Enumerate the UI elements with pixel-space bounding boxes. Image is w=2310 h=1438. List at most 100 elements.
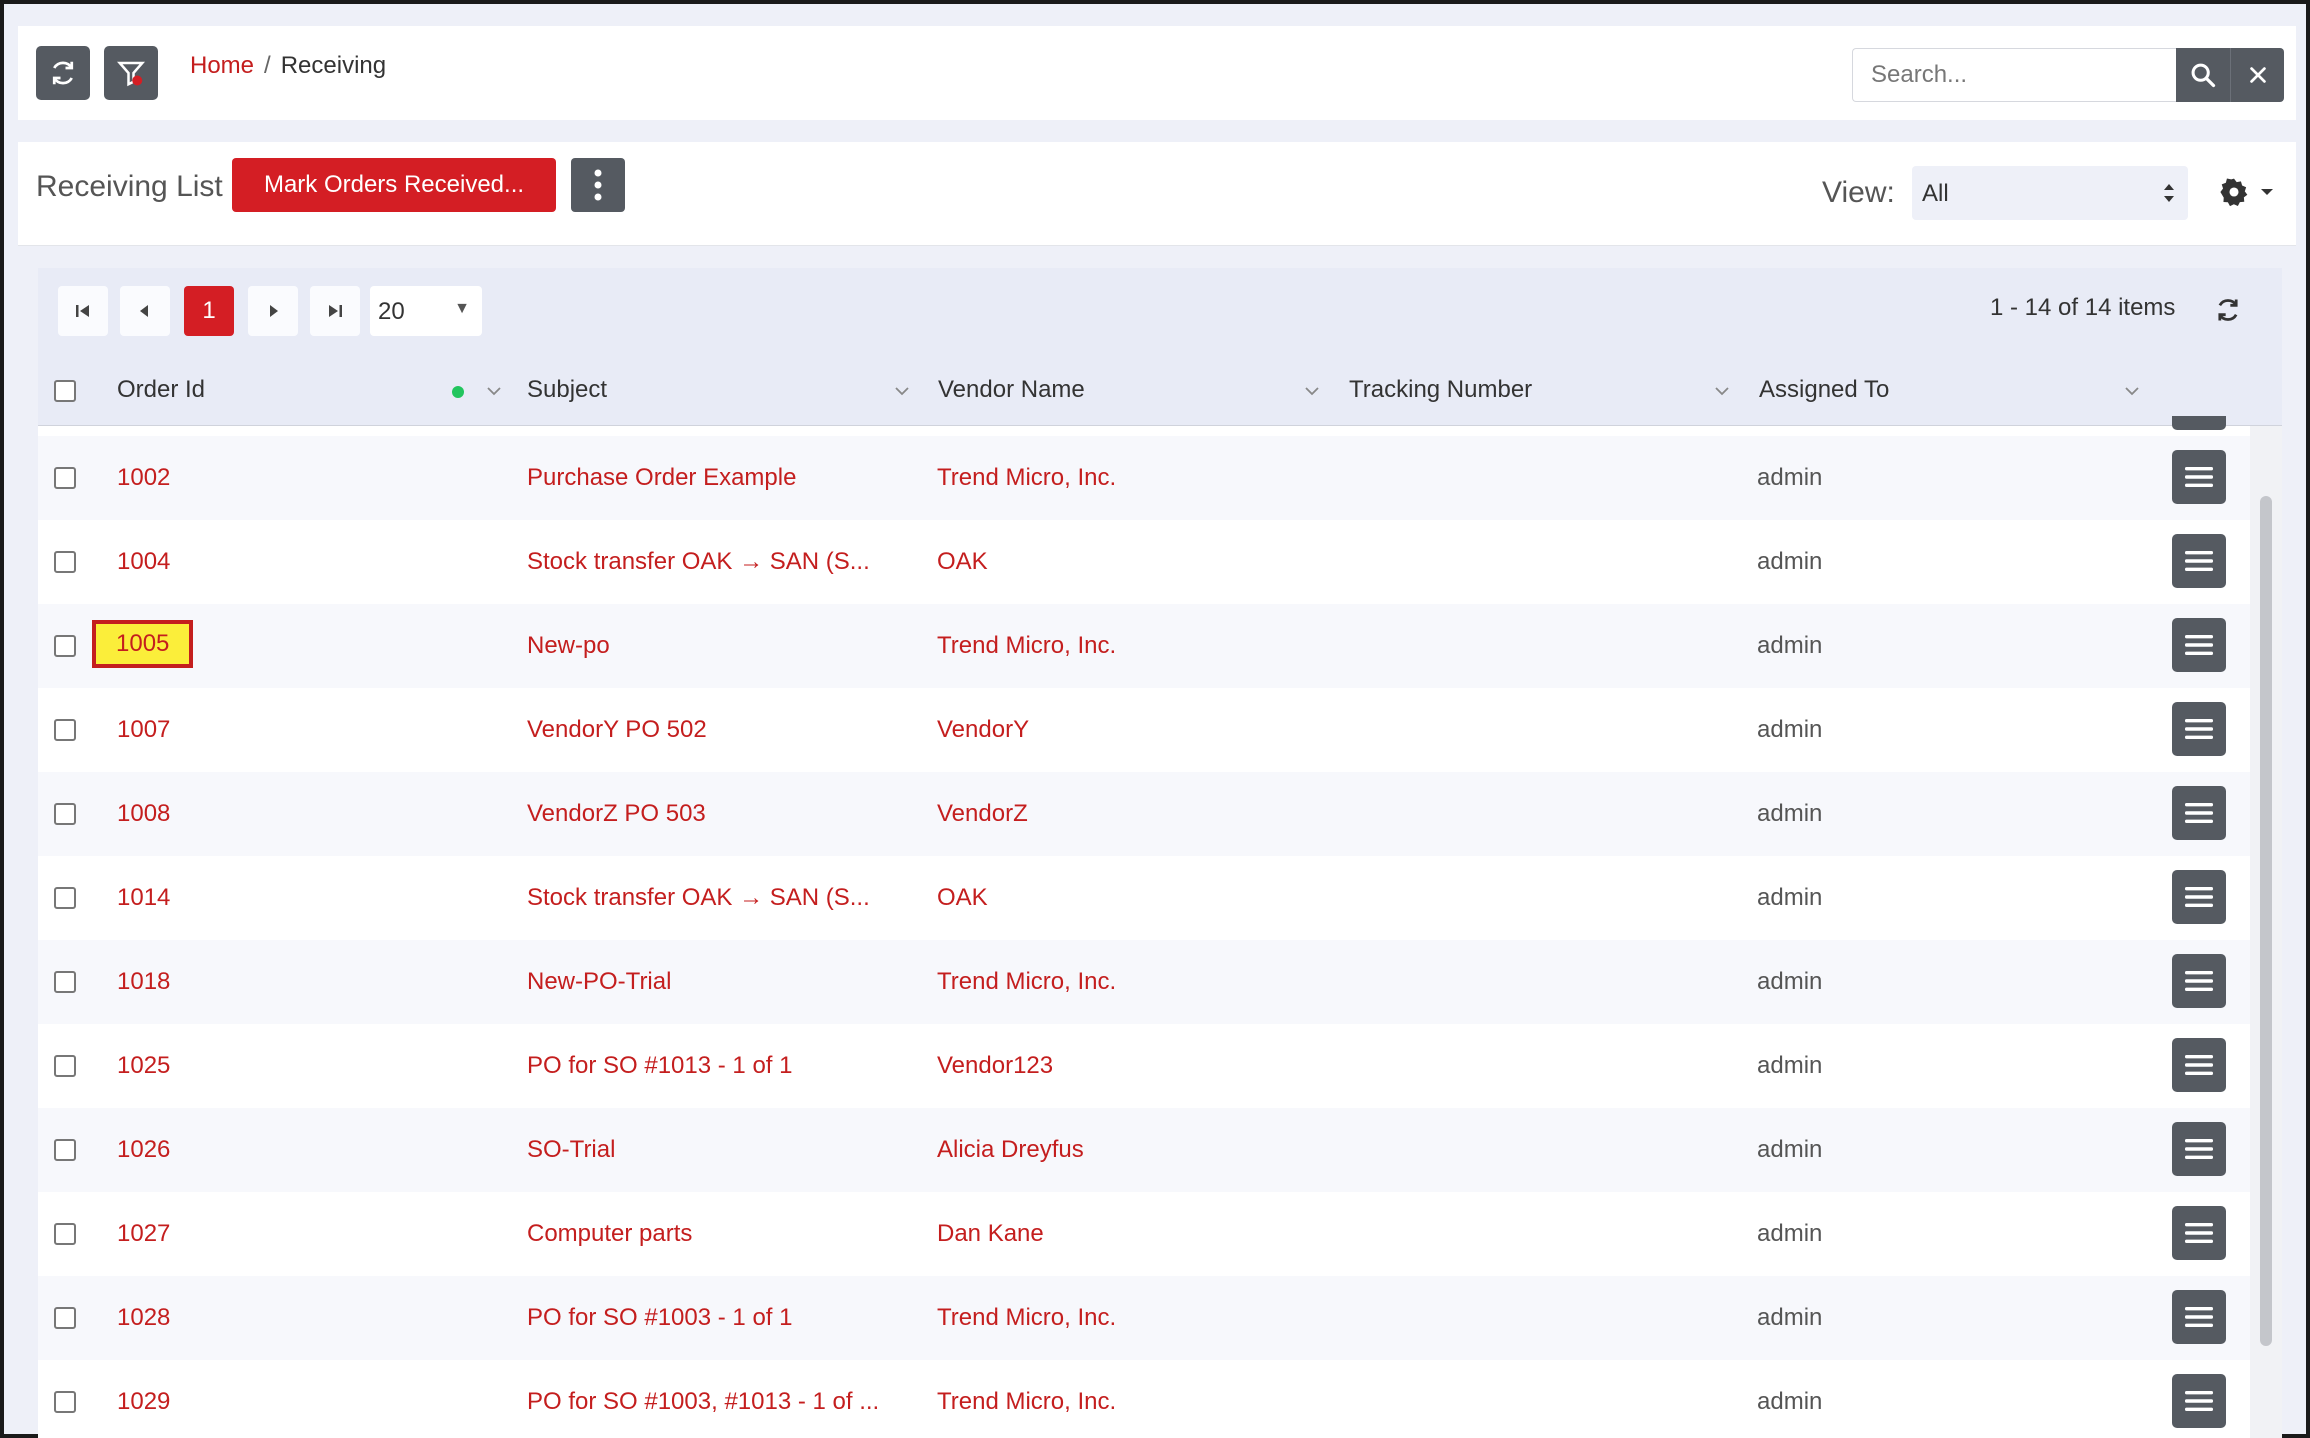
scrollbar-thumb[interactable] [2260, 496, 2272, 1346]
column-header-assigned-to[interactable]: Assigned To [1759, 376, 1889, 404]
order-id-cell[interactable]: 1008 [117, 800, 170, 828]
order-id-cell[interactable]: 1004 [117, 548, 170, 576]
clear-search-button[interactable] [2230, 48, 2284, 102]
row-menu-button[interactable] [2172, 450, 2226, 504]
column-header-order-id[interactable]: Order Id [117, 376, 205, 404]
row-checkbox[interactable] [54, 551, 76, 573]
table-row[interactable]: 1005 New-po Trend Micro, Inc. admin [38, 604, 2250, 688]
subject-cell[interactable]: New-PO-Trial [527, 968, 671, 996]
column-header-vendor-name[interactable]: Vendor Name [938, 376, 1085, 404]
order-id-cell[interactable]: 1025 [117, 1052, 170, 1080]
page-size-select[interactable]: 20 ▼ [370, 286, 482, 336]
vendor-name-cell[interactable]: VendorY [937, 716, 1029, 744]
table-row[interactable]: 1029 PO for SO #1003, #1013 - 1 of ... Tre… [38, 1360, 2250, 1438]
view-select[interactable]: All [1912, 166, 2188, 220]
row-menu-button[interactable] [2172, 618, 2226, 672]
row-menu-button[interactable] [2172, 1374, 2226, 1428]
row-checkbox[interactable] [54, 635, 76, 657]
subject-cell[interactable]: VendorY PO 502 [527, 716, 707, 744]
table-row[interactable]: 1008 VendorZ PO 503 VendorZ admin [38, 772, 2250, 856]
row-menu-button[interactable] [2172, 416, 2226, 430]
chevron-down-icon[interactable] [2124, 386, 2140, 396]
select-all-checkbox[interactable] [54, 380, 76, 402]
row-checkbox[interactable] [54, 1223, 76, 1245]
subject-cell[interactable]: Stock transfer OAK → SAN (S... [527, 884, 870, 912]
subject-cell[interactable]: New-po [527, 632, 610, 660]
row-menu-button[interactable] [2172, 1122, 2226, 1176]
order-id-cell[interactable]: 1028 [117, 1304, 170, 1332]
column-header-tracking-number[interactable]: Tracking Number [1349, 376, 1532, 404]
vendor-name-cell[interactable]: Dan Kane [937, 1220, 1044, 1248]
vendor-name-cell[interactable]: Alicia Dreyfus [937, 1136, 1084, 1164]
vendor-name-cell[interactable]: Trend Micro, Inc. [937, 632, 1116, 660]
row-menu-button[interactable] [2172, 702, 2226, 756]
more-actions-button[interactable] [571, 158, 625, 212]
vendor-name-cell[interactable]: Trend Micro, Inc. [937, 1304, 1116, 1332]
row-menu-button[interactable] [2172, 870, 2226, 924]
table-row[interactable]: 1014 Stock transfer OAK → SAN (S... OAK adm… [38, 856, 2250, 940]
settings-dropdown[interactable] [2218, 176, 2274, 208]
breadcrumb-home[interactable]: Home [190, 52, 254, 80]
subject-cell[interactable]: PO for SO #1003 - 1 of 1 [527, 1304, 792, 1332]
grid-refresh-button[interactable] [2214, 296, 2242, 329]
table-row[interactable]: 1027 Computer parts Dan Kane admin [38, 1192, 2250, 1276]
vendor-name-cell[interactable]: Trend Micro, Inc. [937, 1388, 1116, 1416]
row-checkbox[interactable] [54, 1055, 76, 1077]
table-row[interactable]: 1026 SO-Trial Alicia Dreyfus admin [38, 1108, 2250, 1192]
search-button[interactable] [2176, 48, 2230, 102]
order-id-cell[interactable]: 1014 [117, 884, 170, 912]
vertical-scrollbar[interactable] [2250, 426, 2282, 1438]
table-row[interactable]: 1025 PO for SO #1013 - 1 of 1 Vendor123 adm… [38, 1024, 2250, 1108]
order-id-cell[interactable]: 1002 [117, 464, 170, 492]
first-page-button[interactable] [58, 286, 108, 336]
row-checkbox[interactable] [54, 1391, 76, 1413]
vendor-name-cell[interactable]: Trend Micro, Inc. [937, 464, 1116, 492]
subject-cell[interactable]: SO-Trial [527, 1136, 615, 1164]
prev-page-button[interactable] [120, 286, 170, 336]
row-menu-button[interactable] [2172, 1290, 2226, 1344]
chevron-down-icon[interactable] [1304, 386, 1320, 396]
order-id-cell[interactable]: 1029 [117, 1388, 170, 1416]
order-id-cell[interactable]: 1018 [117, 968, 170, 996]
order-id-cell[interactable]: 1005 [91, 620, 194, 668]
chevron-down-icon[interactable] [486, 386, 502, 396]
subject-cell[interactable]: PO for SO #1003, #1013 - 1 of ... [527, 1388, 879, 1416]
vendor-name-cell[interactable]: Trend Micro, Inc. [937, 968, 1116, 996]
row-checkbox[interactable] [54, 1139, 76, 1161]
row-menu-button[interactable] [2172, 786, 2226, 840]
next-page-button[interactable] [248, 286, 298, 336]
subject-cell[interactable]: Computer parts [527, 1220, 692, 1248]
table-row[interactable]: 1028 PO for SO #1003 - 1 of 1 Trend Micro,… [38, 1276, 2250, 1360]
vendor-name-cell[interactable]: OAK [937, 548, 988, 576]
row-menu-button[interactable] [2172, 954, 2226, 1008]
mark-orders-received-button[interactable]: Mark Orders Received... [232, 158, 556, 212]
order-id-cell[interactable]: 1026 [117, 1136, 170, 1164]
subject-cell[interactable]: Purchase Order Example [527, 464, 796, 492]
chevron-down-icon[interactable] [894, 386, 910, 396]
last-page-button[interactable] [310, 286, 360, 336]
table-row[interactable]: 1002 Purchase Order Example Trend Micro, I… [38, 436, 2250, 520]
subject-cell[interactable]: VendorZ PO 503 [527, 800, 706, 828]
table-row[interactable]: 1007 VendorY PO 502 VendorY admin [38, 688, 2250, 772]
vendor-name-cell[interactable]: VendorZ [937, 800, 1028, 828]
refresh-button[interactable] [36, 46, 90, 100]
row-checkbox[interactable] [54, 887, 76, 909]
row-checkbox[interactable] [54, 1307, 76, 1329]
vendor-name-cell[interactable]: Vendor123 [937, 1052, 1053, 1080]
subject-cell[interactable]: PO for SO #1013 - 1 of 1 [527, 1052, 792, 1080]
row-checkbox[interactable] [54, 803, 76, 825]
row-checkbox[interactable] [54, 719, 76, 741]
subject-cell[interactable]: Stock transfer OAK → SAN (S... [527, 548, 870, 576]
clear-filter-button[interactable] [104, 46, 158, 100]
vendor-name-cell[interactable]: OAK [937, 884, 988, 912]
order-id-cell[interactable]: 1027 [117, 1220, 170, 1248]
row-menu-button[interactable] [2172, 534, 2226, 588]
chevron-down-icon[interactable] [1714, 386, 1730, 396]
row-menu-button[interactable] [2172, 1038, 2226, 1092]
row-checkbox[interactable] [54, 971, 76, 993]
search-input[interactable] [1852, 48, 2176, 102]
table-row[interactable]: 1004 Stock transfer OAK → SAN (S... OAK adm… [38, 520, 2250, 604]
row-checkbox[interactable] [54, 467, 76, 489]
current-page-button[interactable]: 1 [184, 286, 234, 336]
table-row[interactable]: 1018 New-PO-Trial Trend Micro, Inc. admin [38, 940, 2250, 1024]
